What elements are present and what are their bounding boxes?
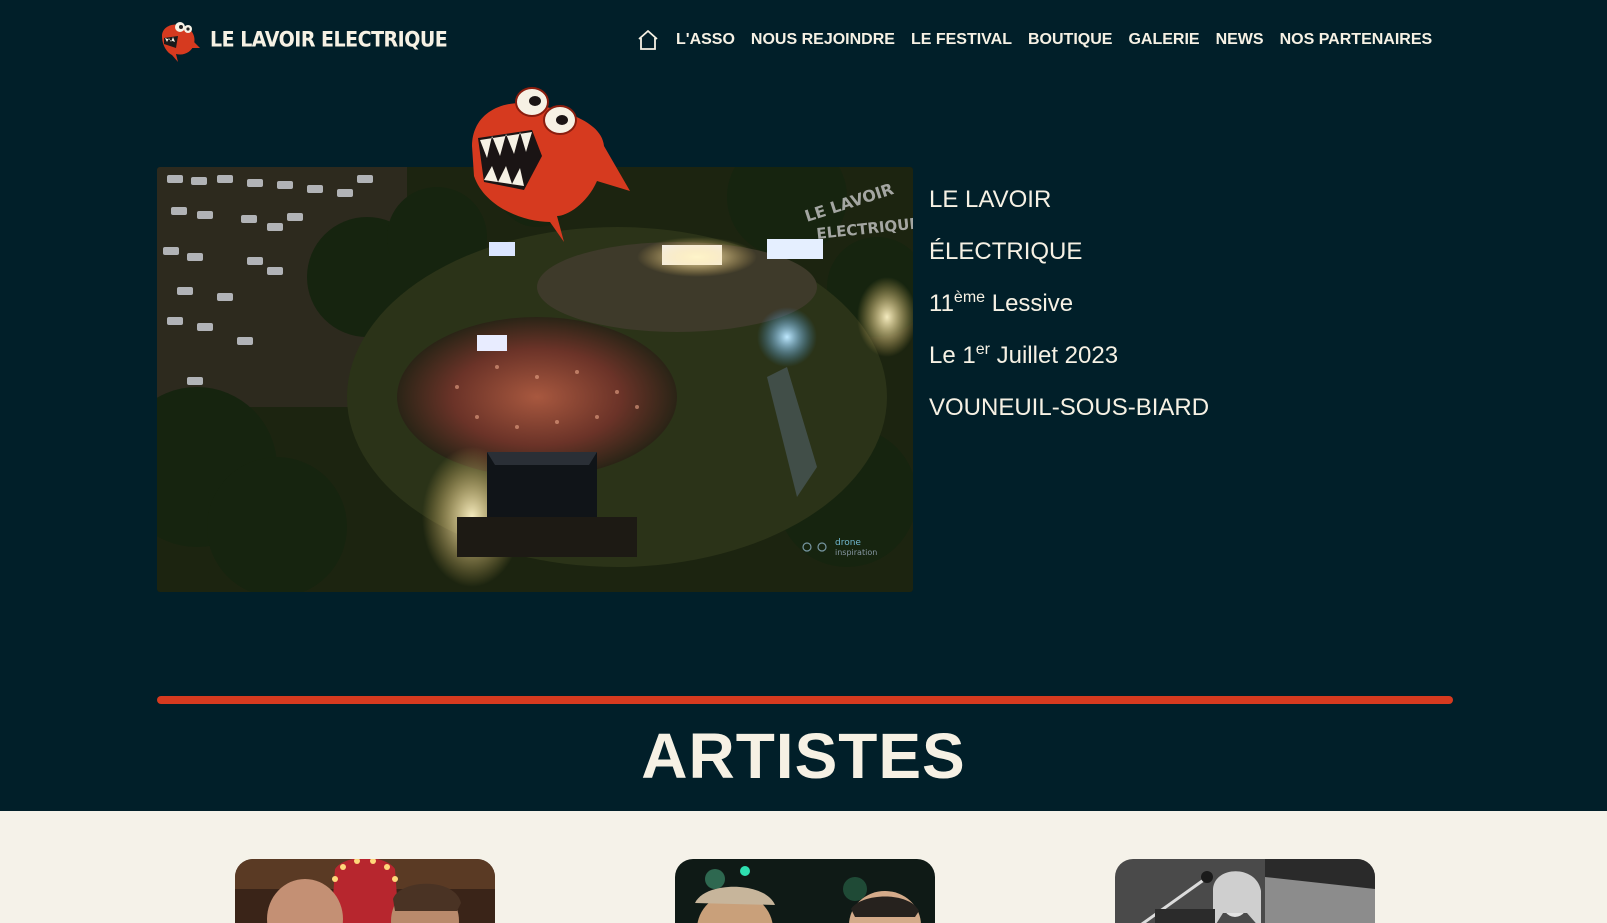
artist-card[interactable]	[1115, 859, 1375, 923]
site-header: LE LAVOIR ELECTRIQUE L'ASSO NOUS REJOIND…	[0, 0, 1607, 80]
section-divider	[157, 696, 1453, 704]
home-icon	[638, 30, 658, 50]
main-nav: L'ASSO NOUS REJOINDRE LE FESTIVAL BOUTIQ…	[636, 27, 1432, 53]
nav-item-galerie[interactable]: GALERIE	[1128, 31, 1199, 49]
nav-home-link[interactable]	[636, 27, 662, 53]
artist-duo-photo	[235, 859, 495, 923]
brand-name: LE LAVOIR ELECTRIQUE	[210, 27, 448, 53]
festival-edition: 11ème Lessive	[929, 289, 1074, 318]
festival-name-line2: ÉLECTRIQUE	[929, 238, 1083, 265]
svg-text:inspiration: inspiration	[835, 548, 877, 557]
nav-item-le-festival[interactable]: LE FESTIVAL	[911, 31, 1012, 49]
artist-card[interactable]	[675, 859, 935, 923]
festival-name-line1: LE LAVOIR	[929, 186, 1052, 213]
red-piranha-mascot-icon	[472, 87, 630, 242]
artists-grid	[0, 811, 1607, 923]
nav-item-boutique[interactable]: BOUTIQUE	[1028, 31, 1112, 49]
nav-item-asso[interactable]: L'ASSO	[676, 31, 735, 49]
nav-item-news[interactable]: NEWS	[1216, 31, 1264, 49]
brand-link[interactable]: LE LAVOIR ELECTRIQUE	[156, 18, 448, 62]
nav-item-nous-rejoindre[interactable]: NOUS REJOINDRE	[751, 31, 895, 49]
artist-band-photo	[675, 859, 935, 923]
nav-item-nos-partenaires[interactable]: NOS PARTENAIRES	[1280, 31, 1433, 49]
svg-text:drone: drone	[835, 538, 861, 548]
artists-section-title: ARTISTES	[641, 720, 966, 792]
festival-place: VOUNEUIL-SOUS-BIARD	[929, 394, 1210, 421]
red-piranha-mascot-icon	[162, 22, 200, 62]
artist-singer-bw-photo	[1115, 859, 1375, 923]
festival-date: Le 1er Juillet 2023	[929, 341, 1119, 370]
artist-card[interactable]	[235, 859, 495, 923]
festival-info: LE LAVOIR ÉLECTRIQUE 11ème Lessive Le 1e…	[929, 184, 1209, 444]
